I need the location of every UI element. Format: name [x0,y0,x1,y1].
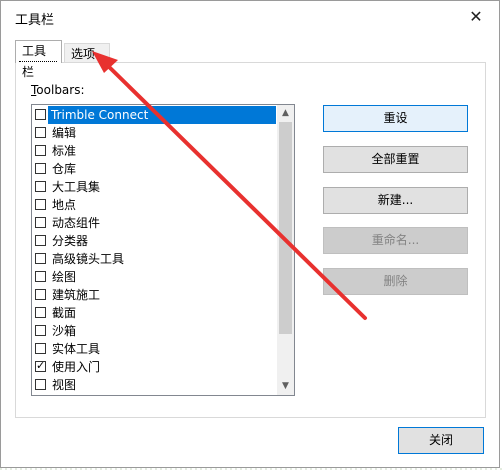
checkbox[interactable] [35,109,46,120]
scroll-thumb[interactable] [279,122,292,334]
list-item-label: 绘图 [52,270,77,284]
background-edge [0,468,502,470]
title-bar: 工具栏 ✕ [1,1,499,33]
list-item-label: 截面 [52,306,77,320]
list-item[interactable]: 标准 [32,142,276,160]
checkbox[interactable] [35,145,46,156]
toolbars-list[interactable]: Trimble Connect 编辑标准仓库大工具集地点动态组件分类器高级镜头工具… [31,104,295,396]
list-item-label: 动态组件 [52,216,101,230]
list-item-label: 沙箱 [52,324,77,338]
list-item[interactable]: 高级镜头工具 [32,250,276,268]
list-item[interactable]: Trimble Connect [32,106,276,124]
list-item-label: 地点 [52,198,77,212]
tab-focus-indicator [19,60,57,62]
list-item[interactable]: 视图 [32,376,276,394]
checkbox[interactable] [35,343,46,354]
checkbox[interactable] [35,325,46,336]
list-item-label: 建筑施工 [52,288,101,302]
checkbox[interactable] [35,271,46,282]
list-item-label: 分类器 [52,234,89,248]
list-scrollbar[interactable]: ▲ ▼ [277,105,294,395]
list-item[interactable]: 大工具集 [32,178,276,196]
close-icon[interactable]: ✕ [453,1,499,33]
reset-all-button[interactable]: 全部重置 [323,146,468,173]
scroll-down-icon[interactable]: ▼ [277,378,294,395]
toolbars-label-text: oolbars: [36,83,85,97]
checkbox[interactable] [35,181,46,192]
checkbox[interactable] [35,289,46,300]
list-item-label: 标准 [52,144,77,158]
checkbox[interactable] [35,307,46,318]
checkbox[interactable] [35,217,46,228]
list-item[interactable]: 地点 [32,196,276,214]
scroll-up-icon[interactable]: ▲ [277,105,294,122]
list-item-label: 仓库 [52,162,77,176]
list-item[interactable]: 使用入门 [32,358,276,376]
delete-button[interactable]: 删除 [323,268,468,295]
checkbox[interactable] [35,235,46,246]
new-button[interactable]: 新建... [323,187,468,214]
list-item[interactable]: 编辑 [32,124,276,142]
list-item[interactable]: 截面 [32,304,276,322]
list-item[interactable]: 实体工具 [32,340,276,358]
list-item-label: 编辑 [52,126,77,140]
tab-options[interactable]: 选项 [64,43,110,64]
checkbox[interactable] [35,127,46,138]
list-item[interactable]: 绘图 [32,268,276,286]
list-item[interactable]: 沙箱 [32,322,276,340]
list-item-label: 高级镜头工具 [52,252,125,266]
window-title: 工具栏 [15,13,55,28]
list-item-label: Trimble Connect [48,106,276,124]
list-item[interactable]: 建筑施工 [32,286,276,304]
list-item-label: 视图 [52,378,77,392]
reset-button[interactable]: 重设 [323,105,468,132]
checkbox[interactable] [35,379,46,390]
toolbars-label: Toolbars: [31,83,85,97]
checkbox[interactable] [35,163,46,174]
list-item[interactable]: 仓库 [32,160,276,178]
rename-button[interactable]: 重命名... [323,227,468,254]
list-item[interactable]: 动态组件 [32,214,276,232]
list-item-label: 实体工具 [52,342,101,356]
checkbox[interactable] [35,253,46,264]
list-item[interactable]: 分类器 [32,232,276,250]
list-item-label: 使用入门 [52,360,101,374]
close-button[interactable]: 关闭 [398,427,484,454]
checkbox[interactable] [35,359,46,372]
checkbox[interactable] [35,199,46,210]
list-item-label: 大工具集 [52,180,101,194]
